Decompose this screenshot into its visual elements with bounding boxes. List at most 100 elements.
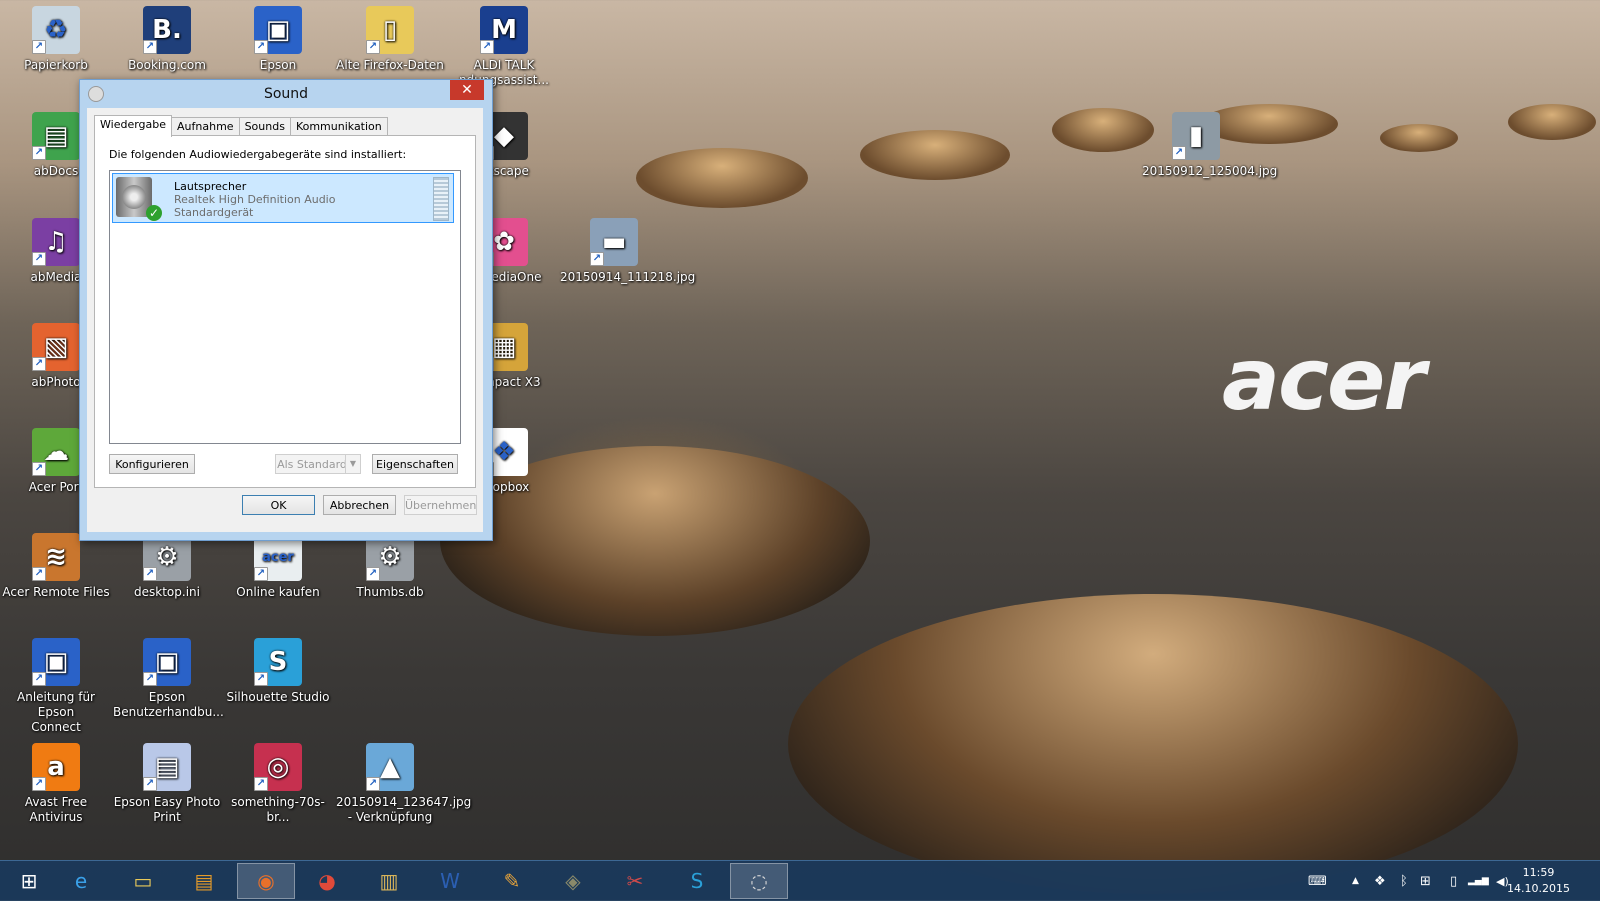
desktop-icon-label: 20150912_125004.jpg [1142, 164, 1278, 178]
taskbar-firefox-icon[interactable]: ◉ [237, 863, 295, 899]
shortcut-arrow-icon: ↗ [32, 567, 46, 581]
desktop-icon[interactable]: ▤ ↗ Epson Easy Photo Print [113, 743, 221, 825]
shortcut-arrow-icon: ↗ [1172, 146, 1186, 160]
desktop-icon[interactable]: M ↗ ALDI TALK ndungsassist... [450, 6, 558, 88]
shortcut-arrow-icon: ↗ [143, 672, 157, 686]
tray-keyboard-icon[interactable]: ⌨ [1308, 861, 1327, 901]
media-icon: ♫ ↗ [32, 218, 80, 266]
desktop-icon[interactable]: ⚙ ↗ desktop.ini [113, 533, 221, 600]
taskbar-paint-icon[interactable]: ✎ [483, 863, 541, 899]
desktop-icon-label: 20150914_111218.jpg [560, 270, 696, 284]
photo-print-icon: ▤ ↗ [143, 743, 191, 791]
desktop-icon[interactable]: ▮ ↗ 20150912_125004.jpg [1142, 112, 1278, 179]
desktop-icon[interactable]: ◎ ↗ something-70s-br... [224, 743, 332, 825]
tray-dropbox-icon[interactable]: ❖ [1374, 861, 1386, 901]
folder-icon: ▯ ↗ [366, 6, 414, 54]
desktop-icon-label: Papierkorb [24, 58, 88, 72]
shortcut-arrow-icon: ↗ [254, 672, 268, 686]
tab-wiedergabe[interactable]: Wiedergabe [94, 115, 173, 137]
pattern-image-icon: ◎ ↗ [254, 743, 302, 791]
photo-icon: ▧ ↗ [32, 323, 80, 371]
taskbar: ⊞ e ▭ ▤ ◉ ◕ ▥ W ✎ ◈ ✂ S ◌ ⌨ ▲ ❖ ᛒ ⊞ ▯ ▂▄▆ ◀) 11:59 1… [0, 860, 1600, 901]
tab-kommunikation[interactable]: Kommunikation [289, 117, 388, 136]
shortcut-arrow-icon: ↗ [32, 146, 46, 160]
desktop-icon[interactable]: ▣ ↗ Epson Benutzerhandbu... [113, 638, 224, 720]
shortcut-arrow-icon: ↗ [32, 357, 46, 371]
desktop-icon[interactable]: ▣ ↗ Epson [224, 6, 332, 73]
wallpaper-stone [636, 148, 808, 208]
sound-dialog: Sound ✕ Wiedergabe Aufnahme Sounds Kommu… [79, 79, 493, 541]
desktop-icon[interactable]: ▯ ↗ Alte Firefox-Daten [336, 6, 444, 73]
taskbar-photo-viewer-icon[interactable]: ▥ [360, 863, 418, 899]
tray-battery-icon[interactable]: ▯ [1450, 861, 1457, 901]
desktop-icon[interactable]: ▲ ↗ 20150914_123647.jpg - Verknüpfung [336, 743, 472, 825]
ok-button[interactable]: OK [242, 495, 315, 515]
desktop-icon[interactable]: a ↗ Avast Free Antivirus [2, 743, 110, 825]
tab-sounds[interactable]: Sounds [238, 117, 291, 136]
desktop-icon[interactable]: ▣ ↗ Anleitung für Epson Connect [2, 638, 110, 735]
default-checkmark-icon: ✓ [146, 205, 162, 221]
remote-files-icon: ≋ ↗ [32, 533, 80, 581]
tray-signal-icon[interactable]: ▂▄▆ [1468, 861, 1489, 901]
desktop-icon[interactable]: acer ↗ Online kaufen [224, 533, 332, 600]
clock-date: 14.10.2015 [1507, 882, 1570, 895]
device-item-lautsprecher[interactable]: ✓ Lautsprecher Realtek High Definition A… [112, 173, 454, 223]
epson-monitor-icon: ▣ ↗ [143, 638, 191, 686]
shortcut-arrow-icon: ↗ [480, 40, 494, 54]
desktop-icon-label: desktop.ini [134, 585, 200, 599]
configure-button[interactable]: Konfigurieren [109, 454, 195, 474]
taskbar-silhouette-studio-icon[interactable]: S [668, 863, 726, 899]
properties-button[interactable]: Eigenschaften [372, 454, 458, 474]
acer-portal-icon: ☁ ↗ [32, 428, 80, 476]
desktop-icon[interactable]: ♻ ↗ Papierkorb [2, 6, 110, 73]
apply-button[interactable]: Übernehmen [404, 495, 477, 515]
desktop-icon[interactable]: ▬ ↗ 20150914_111218.jpg [560, 218, 696, 285]
device-list[interactable]: ✓ Lautsprecher Realtek High Definition A… [109, 170, 461, 444]
taskbar-internet-explorer-icon[interactable]: e [52, 863, 110, 899]
taskbar-snipping-tool-icon[interactable]: ✂ [606, 863, 664, 899]
dialog-title: Sound [263, 86, 309, 102]
tray-chevron-icon[interactable]: ▲ [1352, 861, 1359, 901]
taskbar-file-explorer-icon[interactable]: ▭ [114, 863, 172, 899]
shortcut-arrow-icon: ↗ [366, 777, 380, 791]
device-name: Lautsprecher [174, 180, 247, 193]
desktop-icon[interactable]: S ↗ Silhouette Studio [224, 638, 332, 705]
taskbar-chrome-icon[interactable]: ◕ [298, 863, 356, 899]
recycle-bin-icon: ♻ ↗ [32, 6, 80, 54]
dialog-titlebar[interactable]: Sound ✕ [80, 80, 492, 108]
desktop-icon-label: Thumbs.db [356, 585, 424, 599]
taskbar-clock[interactable]: 11:59 14.10.2015 [1507, 865, 1570, 897]
wallpaper-stone [788, 594, 1518, 894]
taskbar-sound-settings-icon[interactable]: ◌ [730, 863, 788, 899]
close-button[interactable]: ✕ [450, 80, 484, 100]
dialog-client: Wiedergabe Aufnahme Sounds Kommunikation… [87, 108, 483, 532]
set-default-dropdown[interactable]: Als Standard ▼ [275, 454, 361, 474]
jpg-thumbnail-icon: ▮ ↗ [1172, 112, 1220, 160]
desktop-icon[interactable]: ≋ ↗ Acer Remote Files [2, 533, 110, 600]
wallpaper-stone [860, 130, 1010, 180]
wallpaper-stone [1508, 104, 1596, 140]
taskbar-notes-app-icon[interactable]: ▤ [175, 863, 233, 899]
epson-monitor-icon: ▣ ↗ [32, 638, 80, 686]
taskbar-start-button-icon[interactable]: ⊞ [0, 863, 58, 899]
tray-windows-icon[interactable]: ⊞ [1420, 861, 1431, 901]
desktop-icon-label: Booking.com [128, 58, 206, 72]
aldi-talk-icon: M ↗ [480, 6, 528, 54]
taskbar-word-icon[interactable]: W [421, 863, 479, 899]
desktop-icon-label: 20150914_123647.jpg - Verknüpfung [336, 795, 472, 824]
desktop-icon[interactable]: ⚙ ↗ Thumbs.db [336, 533, 444, 600]
desktop-icon-label: something-70s-br... [231, 795, 325, 824]
desktop-icon[interactable]: B. ↗ Booking.com [113, 6, 221, 73]
device-status: Standardgerät [174, 206, 254, 219]
tray-bluetooth-icon[interactable]: ᛒ [1400, 861, 1408, 901]
cancel-button[interactable]: Abbrechen [323, 495, 396, 515]
shortcut-arrow-icon: ↗ [143, 777, 157, 791]
tab-aufnahme[interactable]: Aufnahme [171, 117, 240, 136]
silhouette-icon: S ↗ [254, 638, 302, 686]
desktop-icon-label: Anleitung für Epson Connect [17, 690, 95, 734]
epson-monitor-icon: ▣ ↗ [254, 6, 302, 54]
volume-level-meter [433, 177, 449, 221]
desktop-icon-label: Acer Remote Files [2, 585, 110, 599]
taskbar-gimp-icon[interactable]: ◈ [544, 863, 602, 899]
avast-icon: a ↗ [32, 743, 80, 791]
